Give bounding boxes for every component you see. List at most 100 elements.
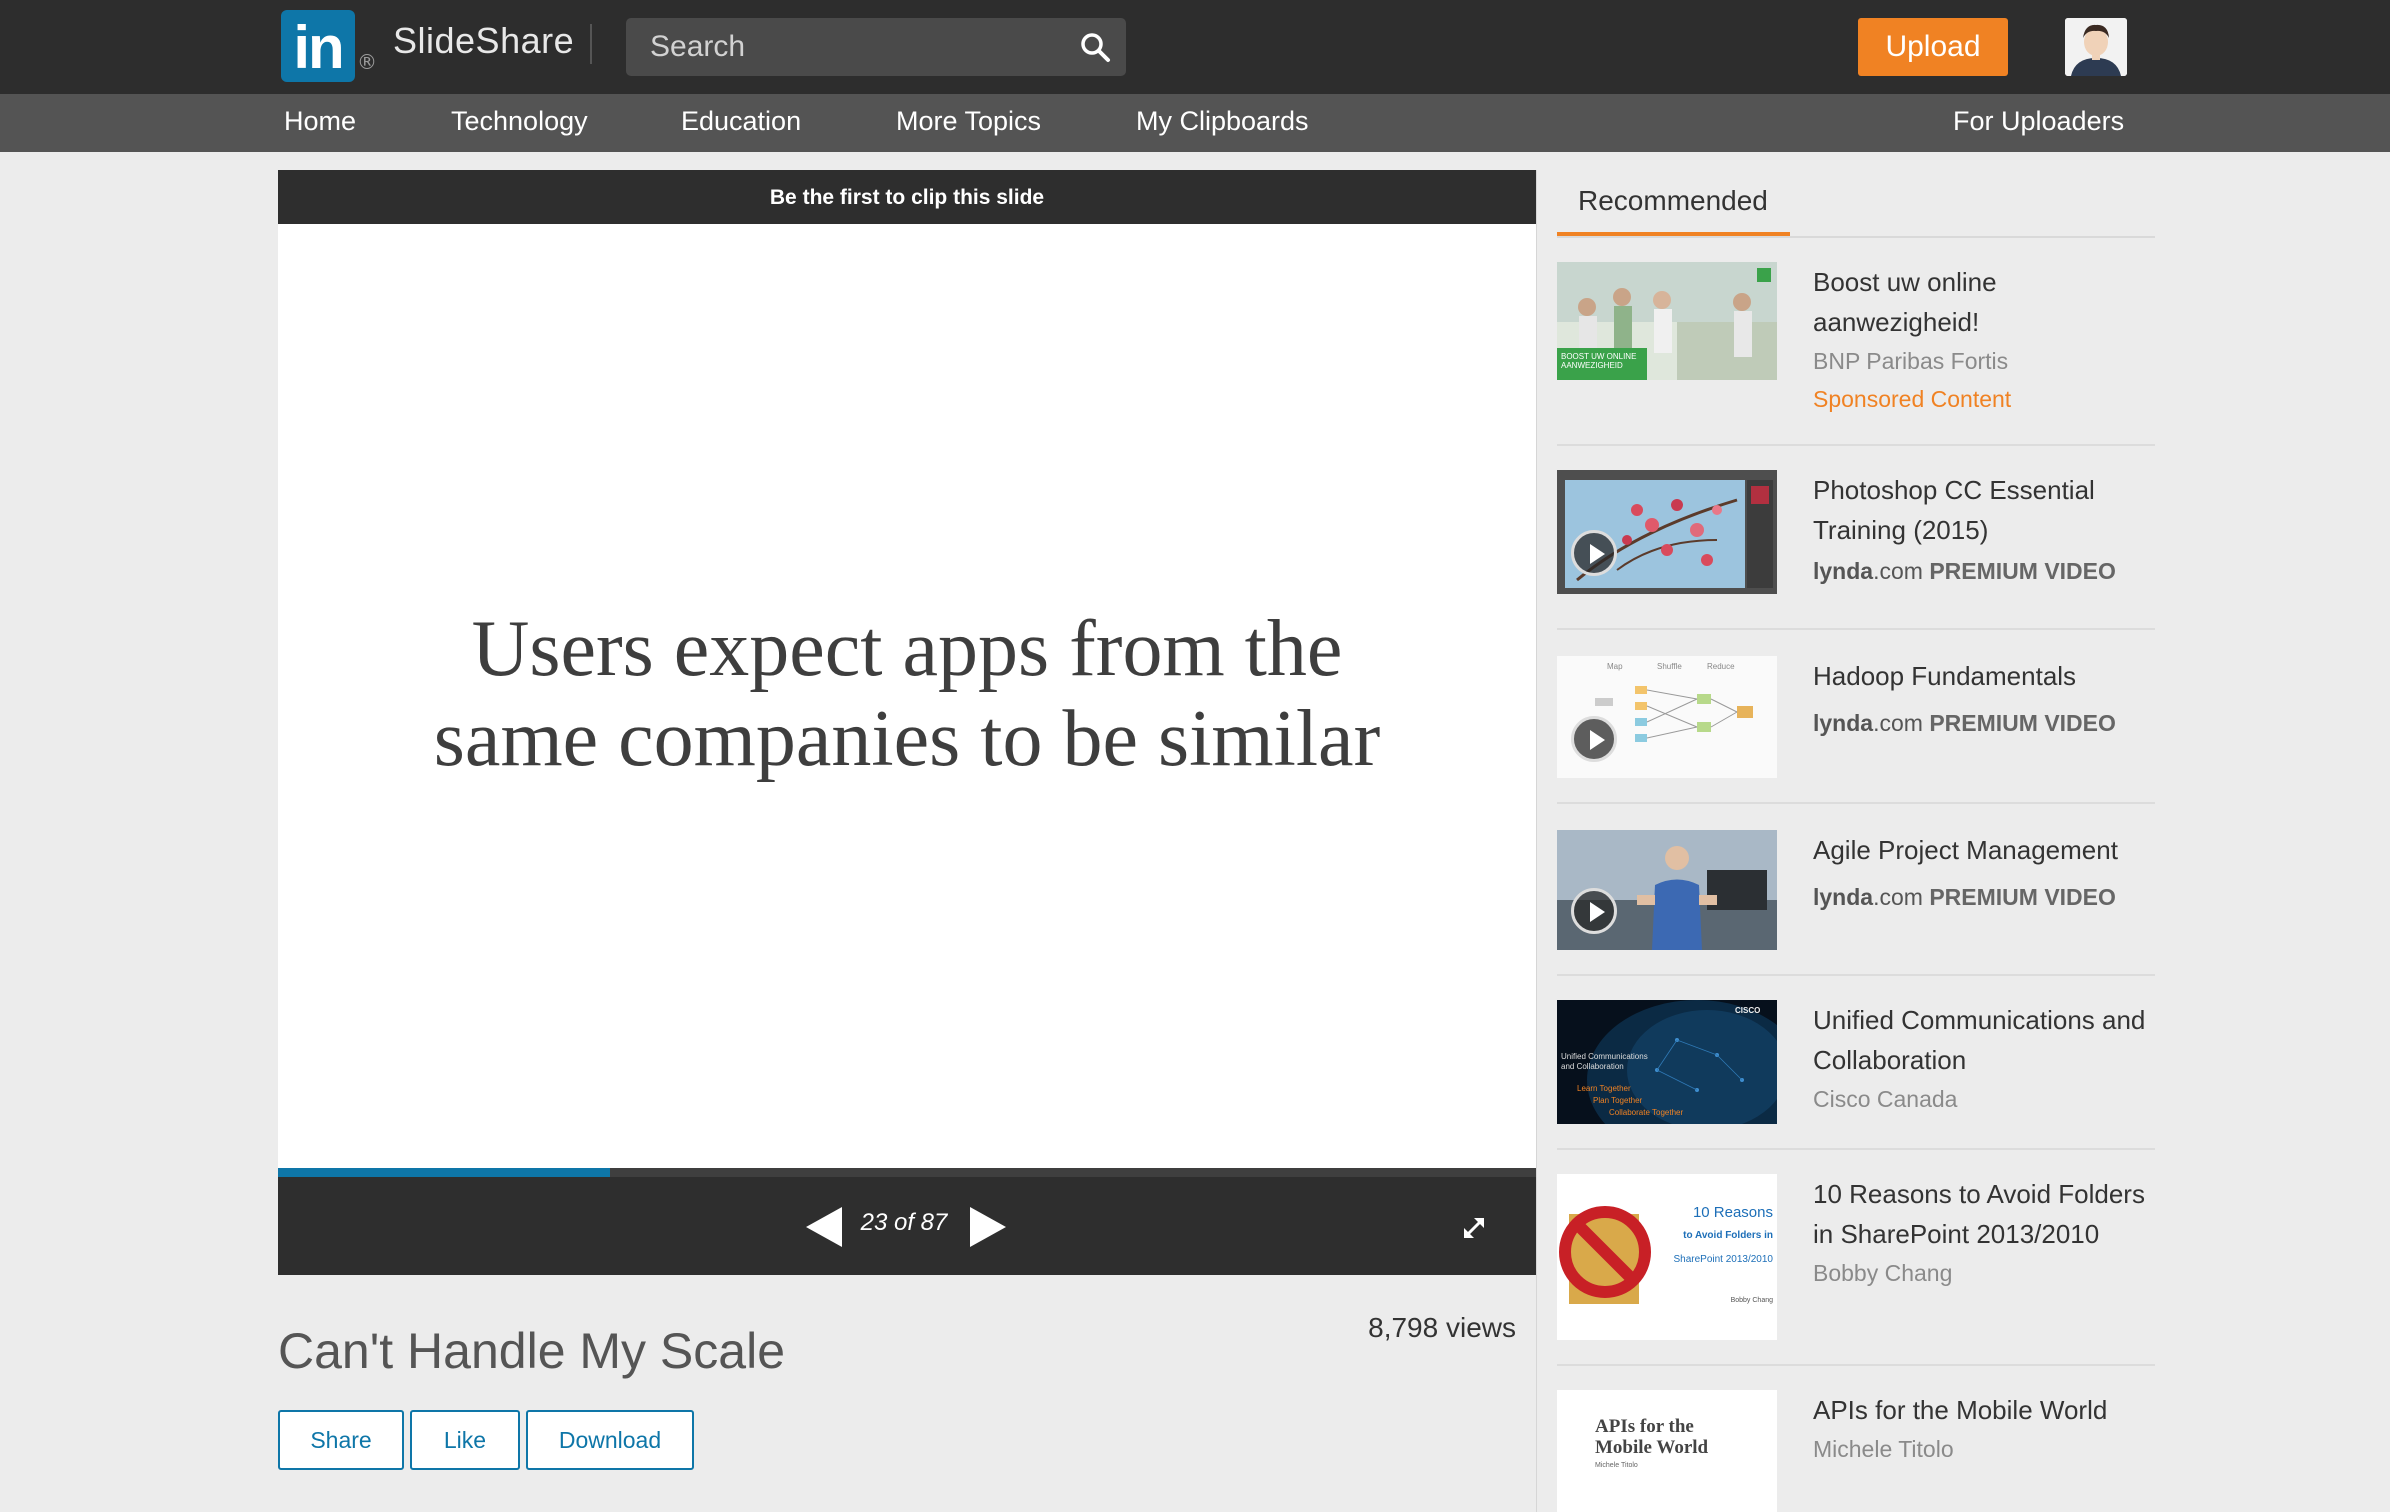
lynda-domain: .com [1873,558,1923,584]
lynda-brand: lynda [1813,558,1874,584]
download-button[interactable]: Download [526,1410,694,1470]
lynda-label: lynda.com PREMIUM VIDEO [1813,704,2163,742]
recommended-title[interactable]: 10 Reasons to Avoid Folders in SharePoin… [1813,1174,2163,1254]
recommended-info: Unified Communications and Collaboration… [1813,1000,2163,1118]
recommended-thumbnail[interactable] [1557,470,1777,594]
recommended-author[interactable]: Bobby Chang [1813,1254,2163,1292]
thumbnail-caption: SharePoint 2013/2010 [1673,1254,1773,1265]
recommended-divider [1557,236,2155,238]
recommended-author[interactable]: BNP Paribas Fortis [1813,342,2163,380]
recommended-thumbnail[interactable]: APIs for the Mobile World Michele Titolo [1557,1390,1777,1512]
recommended-item[interactable]: 10 Reasons to Avoid Folders in SharePoin… [1557,1174,2155,1364]
recommended-item[interactable]: Photoshop CC Essential Training (2015) l… [1557,470,2155,630]
upload-button[interactable]: Upload [1858,18,2008,76]
premium-video-tag: PREMIUM VIDEO [1929,558,2116,584]
brand-name[interactable]: SlideShare [393,20,574,62]
search-input[interactable] [626,18,1094,76]
main-nav: Home Technology Education More Topics My… [0,94,2390,152]
player-controls: 23 of 87 [278,1177,1536,1275]
share-button[interactable]: Share [278,1410,404,1470]
slide-progress-bar[interactable] [278,1168,1536,1177]
next-slide-button[interactable] [970,1207,1006,1247]
recommended-author[interactable]: Cisco Canada [1813,1080,2163,1118]
thumbnail-label: Shuffle [1657,662,1682,671]
nav-my-clipboards[interactable]: My Clipboards [1136,106,1309,137]
view-count: 8,798 views [1368,1312,1516,1343]
recommended-thumbnail[interactable] [1557,830,1777,950]
slide-line-2: same companies to be similar [433,695,1381,783]
recommended-thumbnail[interactable]: Map Shuffle Reduce [1557,656,1777,778]
thumbnail-caption: Michele Titolo [1595,1462,1638,1469]
recommended-thumbnail[interactable]: 10 Reasons to Avoid Folders in SharePoin… [1557,1174,1777,1340]
page-counter: 23 of 87 [860,1209,948,1236]
thumbnail-caption: to Avoid Folders in [1683,1230,1773,1241]
lynda-brand: lynda [1813,884,1874,910]
presentation-title: Can't Handle My Scale [278,1323,786,1379]
recommended-title[interactable]: Boost uw online aanwezigheid! [1813,262,2163,342]
fullscreen-icon[interactable] [1458,1212,1490,1244]
registered-mark: ® [357,50,377,74]
recommended-author[interactable]: Michele Titolo [1813,1430,2163,1468]
lynda-brand: lynda [1813,710,1874,736]
recommended-heading[interactable]: Recommended [1578,185,1768,217]
nav-technology[interactable]: Technology [451,106,588,137]
premium-video-tag: PREMIUM VIDEO [1929,710,2116,736]
nav-home[interactable]: Home [284,106,356,137]
slide-line-1: Users expect apps from the [471,605,1343,693]
recommended-item[interactable]: APIs for the Mobile World Michele Titolo… [1557,1390,2155,1512]
thumbnail-caption: Collaborate Together [1609,1108,1684,1117]
cisco-logo: CISCO [1735,1006,1761,1015]
recommended-item[interactable]: BOOST UW ONLINE AANWEZIGHEID Boost uw on… [1557,262,2155,446]
thumbnail-caption: 10 Reasons [1692,1204,1773,1221]
item-divider [1557,1364,2155,1366]
recommended-info: Hadoop Fundamentals lynda.com PREMIUM VI… [1813,656,2163,742]
thumbnail-caption: Learn Together [1577,1084,1631,1093]
play-icon[interactable] [1571,530,1617,576]
lynda-label: lynda.com PREMIUM VIDEO [1813,878,2163,916]
avatar[interactable] [2065,18,2127,76]
header-divider [590,24,592,64]
recommended-info: Boost uw online aanwezigheid! BNP Pariba… [1813,262,2163,418]
lynda-domain: .com [1873,884,1923,910]
item-divider [1557,628,2155,630]
sponsored-label: Sponsored Content [1813,386,2012,412]
like-button[interactable]: Like [410,1410,520,1470]
recommended-info: Agile Project Management lynda.com PREMI… [1813,830,2163,916]
item-divider [1557,1148,2155,1150]
recommended-item[interactable]: CISCO Unified Communications and Collabo… [1557,1000,2155,1150]
thumbnail-caption: APIs for the Mobile World [1595,1416,1709,1458]
thumbnail-label: Reduce [1707,662,1735,671]
search-box [626,18,1126,76]
linkedin-logo[interactable]: in [281,10,355,82]
nav-for-uploaders[interactable]: For Uploaders [1953,106,2124,137]
thumbnail-caption: BOOST UW ONLINE AANWEZIGHEID [1561,352,1637,370]
recommended-title[interactable]: APIs for the Mobile World [1813,1390,2163,1430]
recommended-thumbnail[interactable]: BOOST UW ONLINE AANWEZIGHEID [1557,262,1777,380]
clip-slide-bar[interactable]: Be the first to clip this slide [278,170,1536,224]
nav-education[interactable]: Education [681,106,801,137]
recommended-thumbnail[interactable]: CISCO Unified Communications and Collabo… [1557,1000,1777,1124]
thumbnail-caption: Bobby Chang [1730,1297,1773,1304]
recommended-info: Photoshop CC Essential Training (2015) l… [1813,470,2163,590]
lynda-label: lynda.com PREMIUM VIDEO [1813,552,2163,590]
recommended-title[interactable]: Photoshop CC Essential Training (2015) [1813,470,2163,550]
recommended-info: 10 Reasons to Avoid Folders in SharePoin… [1813,1174,2163,1292]
slide-viewer[interactable]: Users expect apps from the same companie… [278,224,1536,1168]
recommended-title[interactable]: Hadoop Fundamentals [1813,656,2163,696]
nav-more-topics[interactable]: More Topics [896,106,1041,137]
recommended-item[interactable]: Agile Project Management lynda.com PREMI… [1557,830,2155,976]
recommended-item[interactable]: Map Shuffle Reduce Hadoop Fundamentals l… [1557,656,2155,802]
play-icon[interactable] [1571,716,1617,762]
item-divider [1557,444,2155,446]
search-icon[interactable] [1078,30,1112,64]
recommended-title[interactable]: Unified Communications and Collaboration [1813,1000,2163,1080]
thumbnail-caption: Unified Communications and Collaboration [1561,1052,1648,1071]
item-divider [1557,974,2155,976]
recommended-title[interactable]: Agile Project Management [1813,830,2163,870]
slide-progress-fill [278,1168,611,1177]
slide-content: Users expect apps from the same companie… [278,604,1536,784]
previous-slide-button[interactable] [806,1207,842,1247]
thumbnail-label: Map [1607,662,1623,671]
play-icon[interactable] [1571,888,1617,934]
sidebar-divider [1536,170,1537,1512]
